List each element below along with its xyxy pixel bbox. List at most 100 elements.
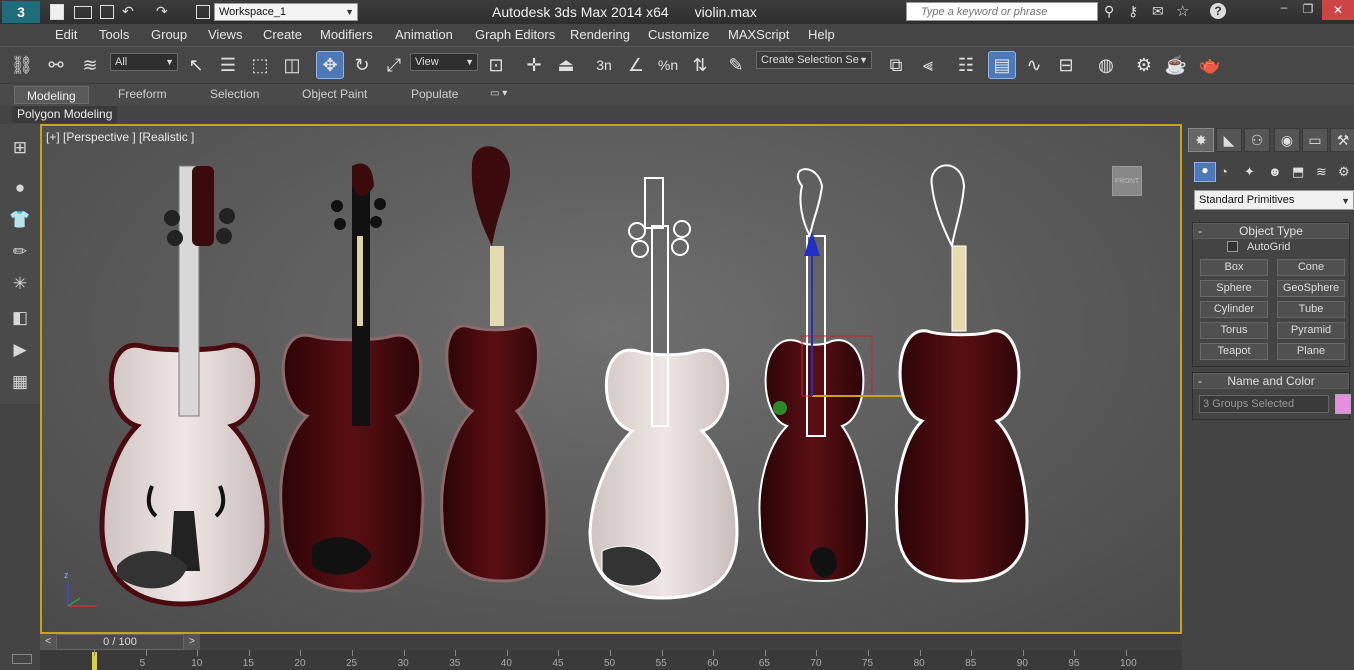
menu-edit[interactable]: Edit <box>55 27 77 42</box>
name-color-header[interactable]: - Name and Color <box>1193 373 1349 389</box>
menu-maxscript[interactable]: MAXScript <box>728 27 789 42</box>
render-setup-icon[interactable]: ⚙ <box>1130 51 1158 79</box>
redo-icon[interactable]: ↷ <box>156 3 168 20</box>
sphere-button[interactable]: Sphere <box>1200 280 1268 297</box>
cloth-icon[interactable]: 👕 <box>6 206 34 234</box>
pyramid-button[interactable]: Pyramid <box>1277 322 1345 339</box>
render-production-icon[interactable]: 🫖 <box>1196 51 1224 79</box>
violin-dark-back-wireframe[interactable] <box>894 164 1029 583</box>
select-manipulate-icon[interactable]: ✛ <box>520 51 548 79</box>
container-explorer-icon[interactable]: ⊞ <box>6 134 34 162</box>
cameras-icon[interactable]: ☻ <box>1268 164 1282 179</box>
menu-group[interactable]: Group <box>151 27 187 42</box>
menu-modifiers[interactable]: Modifiers <box>320 27 373 42</box>
pivot-center-icon[interactable]: ⊡ <box>482 51 510 79</box>
time-slider-thumb[interactable]: 0 / 100 <box>56 634 184 650</box>
reference-coordinate-dropdown[interactable]: View ▼ <box>410 53 478 71</box>
menu-help[interactable]: Help <box>808 27 835 42</box>
favorites-star-icon[interactable]: ☆ <box>1176 2 1189 20</box>
menu-customize[interactable]: Customize <box>648 27 709 42</box>
track-bar[interactable]: 5 10 15 20 25 30 35 40 45 50 55 60 65 70 75 80 85 90 95 100 <box>12 650 1182 670</box>
teapot-button[interactable]: Teapot <box>1200 343 1268 360</box>
undo-icon[interactable]: ↶ <box>122 3 134 20</box>
violin-white-wireframe[interactable] <box>588 177 739 600</box>
tab-populate[interactable]: Populate <box>411 87 458 101</box>
app-logo[interactable]: 3 <box>2 1 40 23</box>
cone-button[interactable]: Cone <box>1277 259 1345 276</box>
align-icon[interactable]: ⫷ <box>914 51 942 79</box>
tab-modeling[interactable]: Modeling <box>14 86 89 104</box>
keyboard-shortcut-override-icon[interactable]: ⏏ <box>552 51 580 79</box>
workspace-dropdown[interactable]: Workspace_1 ▼ <box>214 3 358 21</box>
tab-create[interactable]: ✸ <box>1188 128 1214 152</box>
perspective-viewport[interactable]: [+] [Perspective ] [Realistic ] FRONT z <box>40 124 1182 634</box>
maximize-icon[interactable]: ❐ <box>1296 2 1320 20</box>
menu-rendering[interactable]: Rendering <box>570 27 630 42</box>
tab-utilities[interactable]: ⚒ <box>1330 128 1354 152</box>
rectangular-selection-icon[interactable]: ⬚ <box>246 51 274 79</box>
select-move-icon[interactable]: ✥ <box>316 51 344 79</box>
menu-create[interactable]: Create <box>263 27 302 42</box>
tab-modify[interactable]: ◣ <box>1216 128 1242 152</box>
lights-icon[interactable]: ✦ <box>1244 164 1255 180</box>
tube-button[interactable]: Tube <box>1277 301 1345 318</box>
help-icon[interactable]: ? <box>1210 3 1226 19</box>
bind-space-warp-icon[interactable]: ≋ <box>76 51 104 79</box>
select-rotate-icon[interactable]: ↻ <box>348 51 376 79</box>
geometry-icon[interactable]: ● <box>1194 162 1216 182</box>
time-slider[interactable]: < 0 / 100 > <box>40 634 1182 650</box>
mini-curve-editor-icon[interactable] <box>12 654 32 664</box>
tab-freeform[interactable]: Freeform <box>118 87 167 101</box>
menu-graph-editors[interactable]: Graph Editors <box>475 27 555 42</box>
plane-button[interactable]: Plane <box>1277 343 1345 360</box>
category-dropdown[interactable]: Standard Primitives ▼ <box>1194 190 1354 210</box>
project-folder-icon[interactable] <box>196 5 210 19</box>
systems-icon[interactable]: ⚙ <box>1338 164 1350 180</box>
polygon-modeling-label[interactable]: Polygon Modeling <box>12 106 118 123</box>
geosphere-button[interactable]: GeoSphere <box>1277 280 1345 297</box>
open-file-icon[interactable] <box>74 6 92 19</box>
menu-tools[interactable]: Tools <box>99 27 129 42</box>
particle-icon[interactable]: ✳ <box>6 270 34 298</box>
save-icon[interactable] <box>100 5 114 19</box>
brush-icon[interactable]: ✏ <box>6 238 34 266</box>
select-scale-icon[interactable]: ⤢ <box>380 51 408 79</box>
spinner-snap-icon[interactable]: ⇅ <box>686 51 714 79</box>
violin-dark-back[interactable] <box>440 146 549 583</box>
tab-display[interactable]: ▭ <box>1302 128 1328 152</box>
object-type-header[interactable]: - Object Type <box>1193 223 1349 239</box>
next-frame-icon[interactable]: > <box>184 634 200 650</box>
minimize-icon[interactable]: – <box>1272 0 1296 20</box>
helpers-icon[interactable]: ⬒ <box>1292 164 1304 180</box>
angle-snap-icon[interactable]: ∠ <box>622 51 650 79</box>
scene-states-icon[interactable]: ◧ <box>6 304 34 332</box>
torus-button[interactable]: Torus <box>1200 322 1268 339</box>
ribbon-options-icon[interactable]: ▭ ▾ <box>490 88 507 99</box>
menu-animation[interactable]: Animation <box>395 27 453 42</box>
violin-white-front[interactable] <box>99 165 270 607</box>
prev-frame-icon[interactable]: < <box>40 634 56 650</box>
film-icon[interactable]: ▦ <box>6 368 34 396</box>
key-icon[interactable]: ⚷ <box>1128 3 1138 20</box>
edit-named-selection-icon[interactable]: ✎ <box>722 51 750 79</box>
snaps-toggle-icon[interactable]: 3n <box>590 51 618 79</box>
cylinder-button[interactable]: Cylinder <box>1200 301 1268 318</box>
violin-dark-front[interactable] <box>279 163 425 593</box>
schematic-view-icon[interactable]: ⊟ <box>1052 51 1080 79</box>
percent-snap-icon[interactable]: %n <box>654 51 682 79</box>
unlink-icon[interactable]: ⚯ <box>42 51 70 79</box>
shapes-icon[interactable]: ◔ <box>1220 164 1228 179</box>
binoculars-icon[interactable]: ⚲ <box>1104 3 1114 20</box>
close-icon[interactable]: ✕ <box>1322 0 1354 20</box>
object-name-field[interactable]: 3 Groups Selected <box>1199 395 1329 413</box>
tab-hierarchy[interactable]: ⚇ <box>1244 128 1270 152</box>
box-button[interactable]: Box <box>1200 259 1268 276</box>
rendered-frame-window-icon[interactable]: ☕ <box>1162 51 1190 79</box>
sphere-object-icon[interactable]: ● <box>6 174 34 202</box>
window-crossing-icon[interactable]: ◫ <box>278 51 306 79</box>
selection-filter-dropdown[interactable]: All ▼ <box>110 53 178 71</box>
object-color-swatch[interactable] <box>1335 394 1351 414</box>
menu-views[interactable]: Views <box>208 27 242 42</box>
new-file-icon[interactable] <box>50 4 64 20</box>
tab-selection[interactable]: Selection <box>210 87 259 101</box>
